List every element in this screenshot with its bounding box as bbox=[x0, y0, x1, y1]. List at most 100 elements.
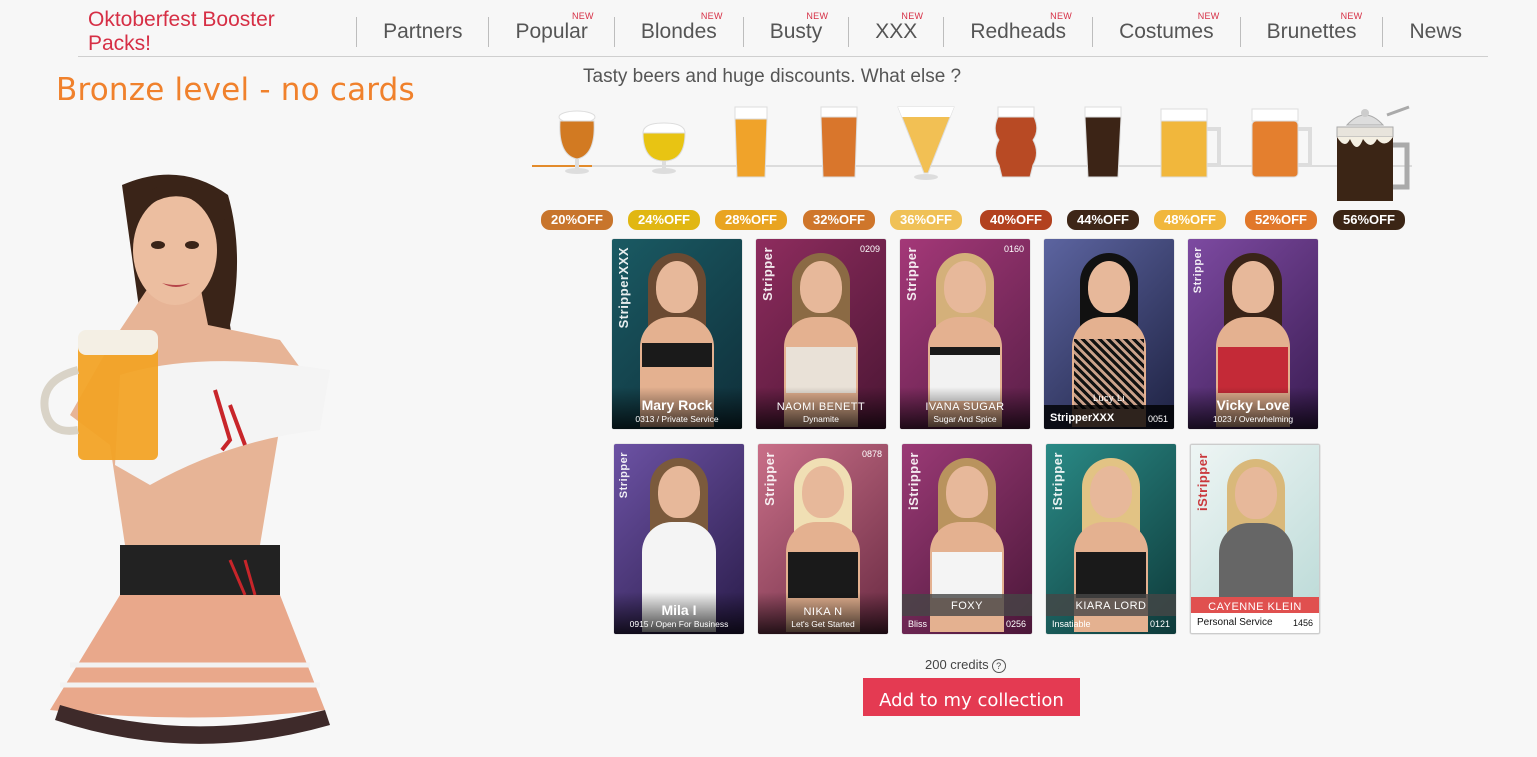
beer-glass-icon bbox=[1160, 108, 1221, 178]
new-badge: NEW bbox=[700, 11, 723, 21]
card-subtitle: 0313 / Private Service bbox=[635, 414, 719, 424]
card-mary-rock[interactable]: StripperXXX Mary Rock 0313 / Private Ser… bbox=[612, 239, 742, 429]
card-brand: iStripper bbox=[906, 452, 921, 510]
beer-tier-2[interactable]: 24%OFF bbox=[620, 105, 708, 235]
nav-busty[interactable]: NEW Busty bbox=[744, 11, 850, 47]
card-figure bbox=[946, 466, 988, 518]
card-number: 0121 bbox=[1149, 619, 1170, 629]
card-name: NIKA N bbox=[803, 606, 843, 618]
beer-stein-icon bbox=[1336, 105, 1410, 201]
card-brand: iStripper bbox=[1195, 453, 1210, 511]
nav-label: Blondes bbox=[640, 20, 717, 43]
card-nika-n[interactable]: Stripper 0878 NIKA N Let's Get Started bbox=[758, 444, 888, 634]
card-figure bbox=[1090, 466, 1132, 518]
beer-glass-icon bbox=[558, 110, 596, 174]
card-brand: StripperXXX bbox=[1050, 412, 1115, 424]
card-ivana-sugar[interactable]: Stripper 0160 IVANA SUGAR Sugar And Spic… bbox=[900, 239, 1030, 429]
beer-tier-5[interactable]: 36%OFF bbox=[882, 105, 970, 235]
card-figure bbox=[656, 261, 698, 313]
discount-badge: 36%OFF bbox=[890, 210, 962, 230]
beer-glass-icon bbox=[897, 106, 955, 180]
card-name: FOXY bbox=[951, 600, 983, 612]
beer-tier-8[interactable]: 48%OFF bbox=[1146, 105, 1234, 235]
card-name: Mila I bbox=[661, 602, 697, 618]
discount-badge: 44%OFF bbox=[1067, 210, 1139, 230]
beer-glass-icon bbox=[734, 106, 768, 178]
nav-label: Popular bbox=[515, 20, 588, 43]
nav-costumes[interactable]: NEW Costumes bbox=[1093, 11, 1241, 47]
card-cayenne-klein[interactable]: iStripper CAYENNE KLEIN Personal Service… bbox=[1190, 444, 1320, 634]
discount-badge: 24%OFF bbox=[628, 210, 700, 230]
card-brand: Stripper bbox=[618, 452, 630, 499]
card-subtitle: Bliss bbox=[908, 619, 928, 629]
card-name: CAYENNE KLEIN bbox=[1208, 601, 1302, 613]
beer-glass-icon bbox=[994, 106, 1038, 178]
nav-brunettes[interactable]: NEW Brunettes bbox=[1241, 11, 1384, 47]
card-number: 0878 bbox=[861, 449, 882, 459]
card-subtitle: Sugar And Spice bbox=[933, 414, 997, 424]
nav-label: Redheads bbox=[970, 20, 1067, 43]
help-icon[interactable]: ? bbox=[991, 658, 1006, 673]
discount-badge: 32%OFF bbox=[803, 210, 875, 230]
beer-glass-icon bbox=[642, 122, 686, 174]
card-figure bbox=[1235, 467, 1277, 519]
card-brand: Stripper bbox=[1192, 247, 1204, 294]
discount-badge: 28%OFF bbox=[715, 210, 787, 230]
discount-badge: 56%OFF bbox=[1333, 210, 1405, 230]
card-number: 0160 bbox=[1003, 244, 1024, 254]
card-name: NAOMI BENETT bbox=[776, 401, 866, 413]
new-badge: NEW bbox=[806, 11, 829, 21]
card-name: IVANA SUGAR bbox=[925, 401, 1005, 413]
card-mila-i[interactable]: Stripper Mila I 0915 / Open For Business bbox=[614, 444, 744, 634]
card-brand: iStripper bbox=[1050, 452, 1065, 510]
new-badge: NEW bbox=[1197, 11, 1220, 21]
discount-badge: 40%OFF bbox=[980, 210, 1052, 230]
card-figure bbox=[1076, 552, 1146, 598]
card-naomi-benett[interactable]: Stripper 0209 NAOMI BENETT Dynamite bbox=[756, 239, 886, 429]
discount-badge: 52%OFF bbox=[1245, 210, 1317, 230]
discount-badge: 48%OFF bbox=[1154, 210, 1226, 230]
card-number: 0209 bbox=[859, 244, 880, 254]
nav-xxx[interactable]: NEW XXX bbox=[849, 11, 945, 47]
new-badge: NEW bbox=[1050, 11, 1073, 21]
card-vicky-love[interactable]: Stripper Vicky Love 1023 / Overwhelming bbox=[1188, 239, 1318, 429]
credits-price: 200 credits? bbox=[925, 657, 1006, 673]
nav-label: Partners bbox=[383, 20, 463, 43]
beer-tier-4[interactable]: 32%OFF bbox=[795, 105, 883, 235]
card-figure bbox=[1088, 261, 1130, 313]
discount-badge: 20%OFF bbox=[541, 210, 613, 230]
category-nav: Oktoberfest Booster Packs! Partners NEW P… bbox=[78, 8, 1488, 57]
new-badge: NEW bbox=[1340, 11, 1363, 21]
card-number: 0051 bbox=[1147, 414, 1168, 424]
beer-tier-9[interactable]: 52%OFF bbox=[1237, 105, 1325, 235]
beer-glass-icon bbox=[1251, 108, 1312, 178]
card-brand: StripperXXX bbox=[616, 247, 631, 329]
card-lucy-li[interactable]: Lucy Li StripperXXX 0051 bbox=[1044, 239, 1174, 429]
nav-blondes[interactable]: NEW Blondes bbox=[615, 11, 744, 47]
card-name: Vicky Love bbox=[1216, 397, 1290, 413]
nav-popular[interactable]: NEW Popular bbox=[489, 11, 615, 47]
card-subtitle: Personal Service bbox=[1197, 617, 1273, 628]
card-figure bbox=[944, 261, 986, 313]
card-brand: Stripper bbox=[760, 247, 775, 301]
card-brand: Stripper bbox=[762, 452, 777, 506]
nav-label: Busty bbox=[769, 20, 823, 43]
nav-news[interactable]: News bbox=[1383, 17, 1488, 47]
beer-tier-3[interactable]: 28%OFF bbox=[707, 105, 795, 235]
nav-partners[interactable]: Partners bbox=[357, 17, 490, 47]
nav-redheads[interactable]: NEW Redheads bbox=[944, 11, 1094, 47]
card-name: Lucy Li bbox=[1092, 393, 1126, 403]
nav-label: News bbox=[1409, 20, 1462, 43]
beer-tier-7[interactable]: 44%OFF bbox=[1059, 105, 1147, 235]
card-figure bbox=[642, 343, 712, 367]
nav-oktoberfest[interactable]: Oktoberfest Booster Packs! bbox=[78, 8, 358, 55]
beer-tier-1[interactable]: 20%OFF bbox=[533, 105, 621, 235]
beer-tier-6[interactable]: 40%OFF bbox=[972, 105, 1060, 235]
card-kiara-lord[interactable]: iStripper KIARA LORD Insatiable 0121 bbox=[1046, 444, 1176, 634]
add-to-collection-button[interactable]: Add to my collection bbox=[863, 678, 1080, 716]
nav-label: Brunettes bbox=[1266, 20, 1357, 43]
card-number: 1456 bbox=[1292, 618, 1313, 628]
beer-tier-10[interactable]: 56%OFF bbox=[1325, 105, 1413, 235]
card-foxy[interactable]: iStripper FOXY Bliss 0256 bbox=[902, 444, 1032, 634]
card-figure bbox=[658, 466, 700, 518]
